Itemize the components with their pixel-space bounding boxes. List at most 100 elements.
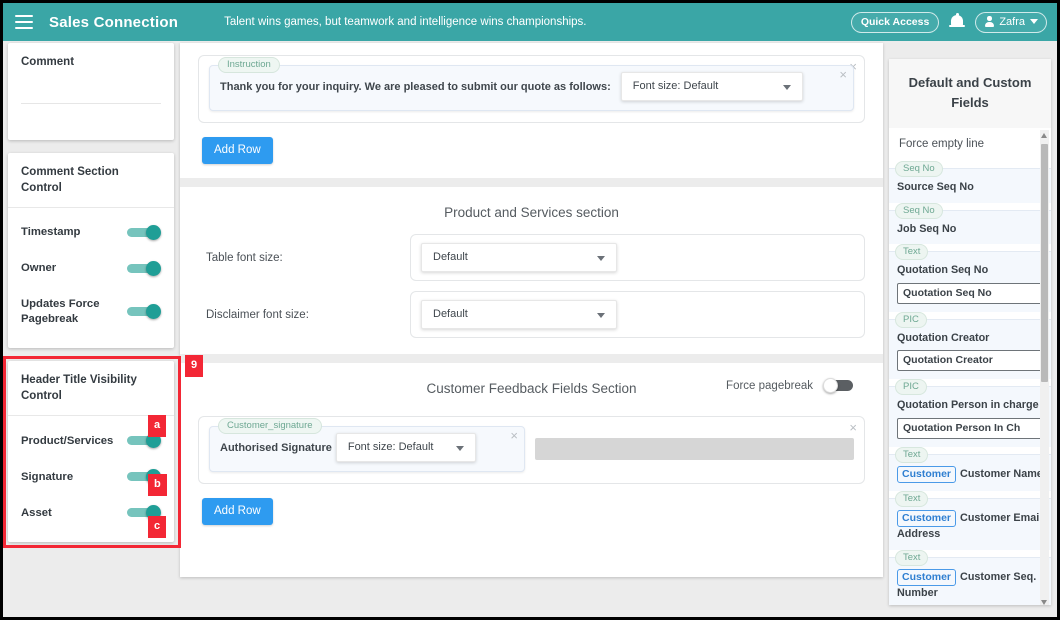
- app-brand-title: Sales Connection: [49, 13, 179, 31]
- field-type-tag: Text: [895, 446, 929, 463]
- toggle-label-owner: Owner: [21, 262, 57, 275]
- chevron-down-icon: [1030, 19, 1038, 24]
- table-font-size-value: Default: [433, 251, 468, 263]
- field-label: Quotation Seq No: [897, 264, 989, 277]
- app-window: Sales Connection Talent wins games, but …: [0, 0, 1060, 620]
- nav-right-group: Quick Access Zafra: [850, 11, 1047, 33]
- customer-signature-legend: Customer_signature: [218, 418, 322, 434]
- instruction-row-container: × Instruction × Thank you for your inqui…: [198, 55, 865, 123]
- annotation-marker-b: b: [148, 474, 167, 497]
- bell-icon[interactable]: [949, 13, 966, 31]
- customer-feedback-section: Customer Feedback Fields Section Force p…: [180, 363, 883, 539]
- toggle-label-asset: Asset: [21, 506, 52, 519]
- field-label-group: Customer Customer Email Address: [897, 509, 1043, 542]
- force-pagebreak-label: Force pagebreak: [726, 379, 813, 392]
- field-type-tag: Seq No: [895, 161, 943, 177]
- add-row-button-customer-feedback[interactable]: Add Row: [202, 498, 273, 525]
- add-row-button-instruction[interactable]: Add Row: [202, 137, 273, 164]
- toggle-row-timestamp: Timestamp: [21, 214, 161, 250]
- setting-row-disclaimer-font-size: Disclaimer font size: Default: [198, 291, 865, 338]
- field-input[interactable]: Quotation Seq No: [897, 282, 1043, 304]
- user-name-label: Zafra: [999, 15, 1025, 28]
- close-icon-instruction-inner[interactable]: ×: [839, 68, 847, 81]
- authorised-signature-label: Authorised Signature: [220, 441, 332, 454]
- fields-list: Force empty line Seq No Source Seq No Se…: [889, 128, 1051, 605]
- close-icon-signature-outer[interactable]: ×: [849, 421, 857, 434]
- scrollbar-thumb[interactable]: [1041, 144, 1048, 382]
- product-services-title: Product and Services section: [444, 205, 619, 220]
- field-input[interactable]: Quotation Creator: [897, 350, 1043, 372]
- header-title-visibility-control-card: Header Title Visibility Control Product/…: [8, 361, 174, 543]
- comment-divider: [21, 103, 161, 104]
- force-pagebreak-group: Force pagebreak: [726, 378, 857, 393]
- quick-access-button[interactable]: Quick Access: [850, 11, 940, 33]
- signature-font-size-select[interactable]: Font size: Default: [335, 433, 476, 462]
- list-item[interactable]: Seq No Job Seq No: [889, 202, 1051, 245]
- toggle-row-owner: Owner: [21, 250, 161, 286]
- signature-row-inner: Customer_signature × Authorised Signatur…: [209, 418, 854, 472]
- table-font-size-label: Table font size:: [206, 251, 283, 264]
- main-content-panel: × Instruction × Thank you for your inqui…: [180, 43, 883, 577]
- list-item[interactable]: Seq No Source Seq No: [889, 161, 1051, 203]
- avatar-icon: [984, 16, 995, 27]
- section-divider-2: [180, 354, 883, 363]
- default-custom-fields-title: Default and Custom Fields: [889, 59, 1051, 128]
- scroll-up-arrow-icon[interactable]: [1041, 133, 1047, 138]
- user-menu-button[interactable]: Zafra: [975, 11, 1047, 33]
- list-item[interactable]: PIC Quotation Person in charge Quotation…: [889, 379, 1051, 447]
- annotation-marker-9: 9: [185, 355, 204, 378]
- chevron-down-icon: [597, 312, 605, 318]
- scroll-down-arrow-icon[interactable]: [1041, 600, 1047, 605]
- section-divider-1: [180, 178, 883, 187]
- customer-feedback-title-row: Customer Feedback Fields Section Force p…: [180, 363, 883, 400]
- field-label: Quotation Person in charge: [897, 399, 1039, 412]
- toggle-row-signature: Signature: [21, 458, 161, 494]
- field-type-tag: PIC: [895, 379, 927, 396]
- signature-placeholder-box[interactable]: [535, 438, 854, 460]
- header-title-visibility-control-title: Header Title Visibility Control: [8, 361, 174, 417]
- hamburger-icon[interactable]: [15, 15, 33, 29]
- comment-section-control-body: Timestamp Owner Updates Force Pagebreak: [8, 208, 174, 348]
- toggle-row-product-services: Product/Services: [21, 422, 161, 458]
- list-item[interactable]: Text Customer Customer Name: [889, 446, 1051, 491]
- instruction-section: × Instruction × Thank you for your inqui…: [180, 55, 883, 178]
- toggle-switch-owner[interactable]: [127, 261, 161, 277]
- comment-card: Comment: [8, 43, 174, 140]
- disclaimer-font-size-select[interactable]: Default: [421, 300, 617, 329]
- field-input[interactable]: Quotation Person In Ch: [897, 417, 1043, 439]
- close-icon-signature-inner[interactable]: ×: [510, 429, 518, 442]
- field-item-force-empty-line[interactable]: Force empty line: [889, 128, 1051, 161]
- header-tagline: Talent wins games, but teamwork and inte…: [224, 16, 587, 28]
- list-item[interactable]: PIC Quotation Creator Quotation Creator: [889, 311, 1051, 380]
- field-source-chip: Customer: [897, 465, 957, 483]
- instruction-font-size-value: Font size: Default: [632, 80, 719, 92]
- toggle-label-product-services: Product/Services: [21, 434, 114, 447]
- toggle-label-updates-force-pagebreak: Updates Force Pagebreak: [21, 298, 100, 325]
- toggle-switch-timestamp[interactable]: [127, 225, 161, 241]
- list-item[interactable]: Text Quotation Seq No Quotation Seq No: [889, 244, 1051, 312]
- disclaimer-font-size-value: Default: [433, 308, 468, 320]
- toggle-switch-force-pagebreak[interactable]: [823, 378, 857, 393]
- instruction-text: Thank you for your inquiry. We are pleas…: [220, 80, 611, 93]
- field-type-tag: Text: [895, 490, 929, 507]
- toggle-row-updates-force-pagebreak: Updates Force Pagebreak: [21, 286, 161, 336]
- annotation-marker-c: c: [148, 516, 167, 539]
- list-item[interactable]: Text Customer Customer Email Address: [889, 490, 1051, 550]
- table-font-size-holder: Default: [410, 234, 865, 281]
- table-font-size-select[interactable]: Default: [421, 243, 617, 272]
- toggle-switch-updates-force-pagebreak[interactable]: [127, 304, 161, 320]
- field-type-tag: PIC: [895, 311, 927, 328]
- toggle-row-asset: Asset: [21, 494, 161, 530]
- field-type-tag: Text: [895, 549, 929, 566]
- comment-section-control-title: Comment Section Control: [8, 153, 174, 209]
- comment-card-title: Comment: [21, 56, 75, 68]
- instruction-font-size-select[interactable]: Font size: Default: [620, 72, 803, 101]
- instruction-fieldset: Instruction × Thank you for your inquiry…: [209, 57, 854, 111]
- annotation-marker-a: a: [148, 415, 167, 438]
- default-custom-fields-panel: Default and Custom Fields Force empty li…: [889, 59, 1051, 605]
- list-item[interactable]: Text Customer Customer Seq. Number: [889, 549, 1051, 605]
- setting-row-table-font-size: Table font size: Default: [198, 234, 865, 281]
- disclaimer-font-size-holder: Default: [410, 291, 865, 338]
- field-type-tag: Text: [895, 244, 929, 261]
- fields-list-scrollbar[interactable]: [1040, 130, 1049, 605]
